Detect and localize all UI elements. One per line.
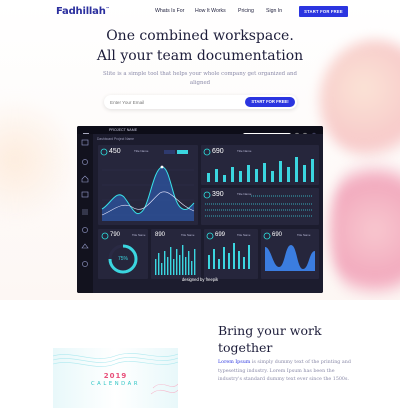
card-label: Title Name: [297, 233, 311, 237]
sidebar-icons: [81, 139, 89, 267]
email-submit-button[interactable]: START FOR FREE!: [245, 97, 295, 107]
card-label: Title Name: [134, 149, 149, 153]
gauge-value: 75%: [117, 256, 128, 262]
hero-subtext: Slite is a simple tool that helps your w…: [103, 71, 297, 86]
dashboard-card-wave: 690 Title Name: [261, 229, 319, 279]
hero-headline: One combined workspace. All your team do…: [0, 26, 400, 66]
card-value: 890: [155, 232, 166, 238]
feature-title-line-2: together: [218, 340, 273, 355]
calendar-label: CALENDAR: [90, 381, 141, 387]
calendar-preview-image: 2019 CALENDAR: [53, 348, 178, 408]
dashboard-sidebar: [77, 134, 93, 293]
dashboard-card-progress-bars: 390 Title Name: [201, 188, 319, 225]
dashboard-credit: designed by freepik: [181, 277, 219, 282]
card-value: 790: [110, 232, 121, 238]
dashboard-card-bar-chart: 690 Title Name: [201, 145, 319, 185]
dashboard-topbar: PROJECT NAME: [77, 126, 323, 138]
area-chart-graphic: [100, 148, 195, 221]
headline-line-2: All your team documentation: [96, 48, 304, 64]
nav-link-how-it-works[interactable]: How It Works: [195, 8, 226, 14]
start-for-free-button[interactable]: START FOR FREE: [299, 6, 348, 17]
dashboard-card-gauge: 790 Title Name 75%: [98, 229, 148, 279]
trademark-mark: ™: [105, 6, 110, 11]
card-label: Title Name: [181, 233, 195, 237]
dashboard-project-name: PROJECT NAME: [109, 127, 138, 132]
logo-text: Fadhillah: [56, 6, 106, 17]
dashboard-card-bars: 890 Title Name: [151, 229, 201, 279]
card-value: 690: [212, 148, 224, 155]
dashboard-preview-image: PROJECT NAME Dashboard Project Name 450 …: [77, 126, 323, 293]
card-value: 690: [272, 232, 283, 238]
dashboard-main: Dashboard Project Name 450 Title Name 69…: [93, 134, 323, 293]
card-label: Title Name: [132, 233, 146, 237]
calendar-year: 2019: [103, 372, 128, 380]
navbar: Fadhillah™ Whats Is For How It Works Pri…: [0, 0, 400, 22]
brand-logo[interactable]: Fadhillah™: [56, 6, 110, 17]
decorative-blob: [330, 150, 400, 300]
headline-line-1: One combined workspace.: [106, 28, 294, 44]
card-label: Title Name: [237, 192, 252, 196]
decorative-blob: [0, 90, 70, 230]
feature-body: Lorem Ipsum is simply dummy text of the …: [218, 359, 358, 385]
nav-link-sign-in[interactable]: Sign In: [266, 8, 282, 14]
nav-link-pricing[interactable]: Pricing: [238, 8, 254, 14]
nav-link-whats-it-for[interactable]: Whats Is For: [155, 8, 184, 14]
feature-title: Bring your work together: [218, 322, 322, 356]
email-signup-form: START FOR FREE!: [104, 95, 297, 109]
card-value: 390: [212, 191, 224, 198]
card-value: 699: [215, 232, 226, 238]
card-value: 450: [109, 148, 121, 155]
dashboard-breadcrumb: Dashboard Project Name: [97, 137, 135, 141]
dashboard-card-mini-bars: 699 Title Name: [204, 229, 258, 279]
email-input[interactable]: [108, 97, 240, 107]
dashboard-card-area-chart: 450 Title Name: [98, 145, 198, 225]
feature-title-line-1: Bring your work: [218, 323, 322, 338]
card-label: Title Name: [237, 149, 252, 153]
feature-body-lead: Lorem Ipsum: [218, 360, 251, 365]
card-label: Title Name: [237, 233, 251, 237]
